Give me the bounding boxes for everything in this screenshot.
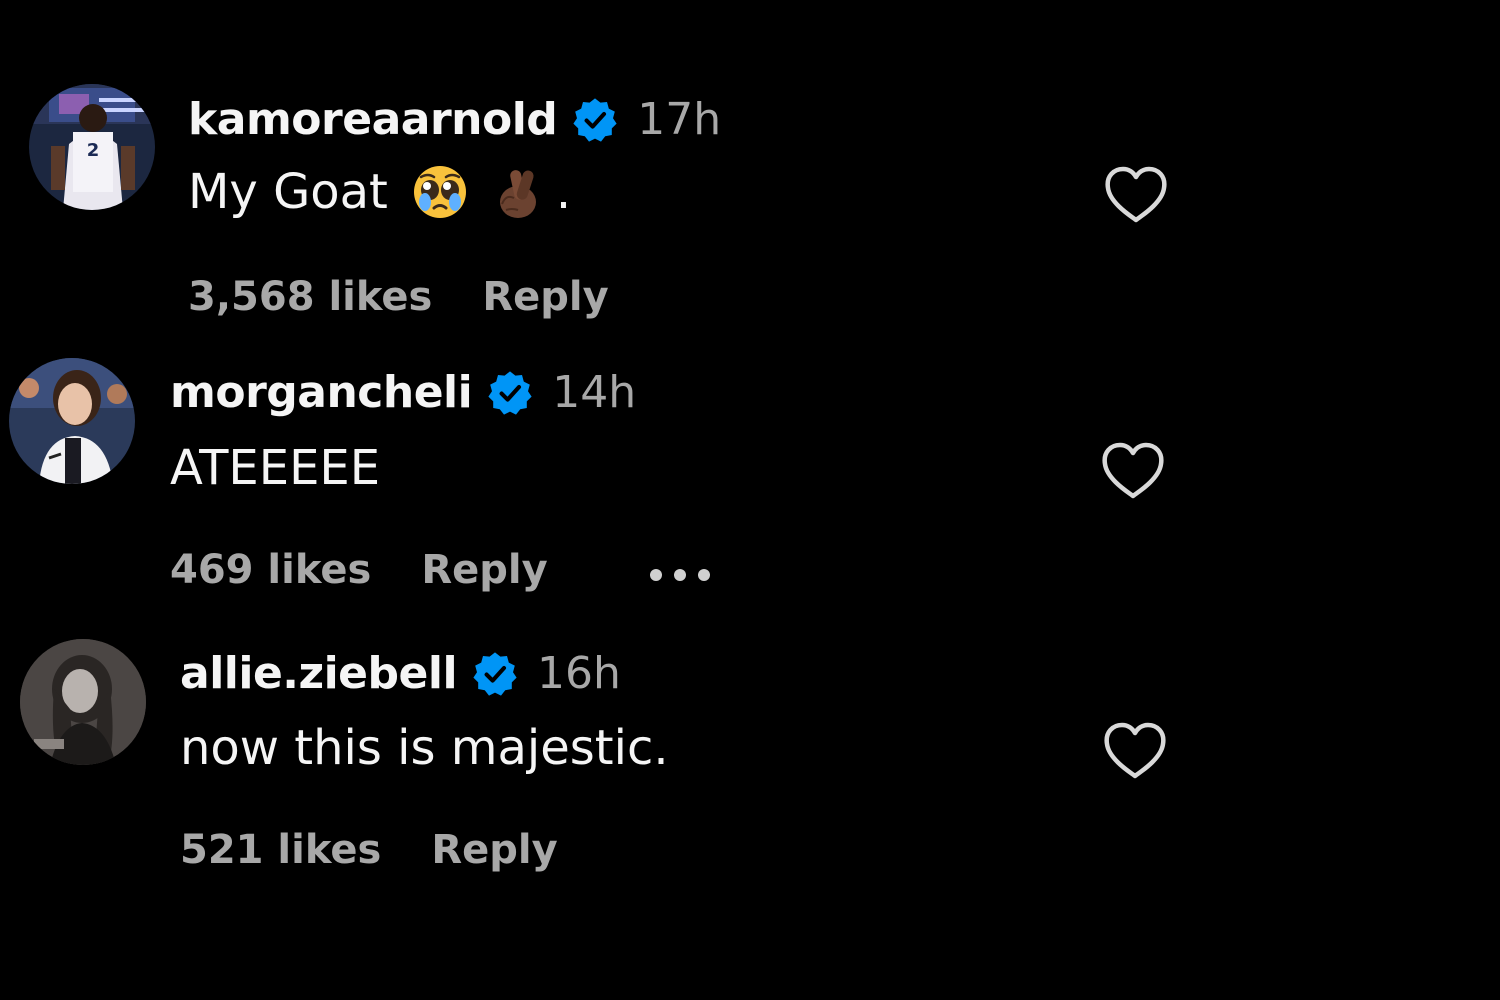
avatar[interactable]	[9, 358, 135, 484]
comment-trailing: .	[555, 164, 572, 220]
more-options-icon[interactable]	[648, 547, 712, 593]
username[interactable]: allie.ziebell	[180, 648, 458, 699]
avatar[interactable]: 2	[29, 84, 155, 210]
comment-text: ATEEEEE	[170, 440, 381, 496]
username[interactable]: kamoreaarnold	[188, 94, 558, 145]
crossed-fingers-icon	[492, 164, 548, 220]
like-heart-icon[interactable]	[1103, 722, 1167, 780]
comment-text: now this is majestic.	[180, 720, 669, 776]
pleading-face-icon	[412, 164, 468, 220]
reply-button[interactable]: Reply	[482, 274, 608, 320]
username[interactable]: morgancheli	[170, 367, 473, 418]
reply-button[interactable]: Reply	[421, 547, 547, 593]
verified-badge-icon	[471, 650, 519, 698]
avatar[interactable]	[20, 639, 146, 765]
timestamp: 14h	[552, 367, 637, 418]
like-heart-icon[interactable]	[1104, 166, 1168, 224]
verified-badge-icon	[486, 369, 534, 417]
likes-count[interactable]: 3,568 likes	[188, 274, 432, 320]
timestamp: 17h	[637, 94, 722, 145]
svg-text:2: 2	[87, 140, 100, 161]
likes-count[interactable]: 469 likes	[170, 547, 371, 593]
timestamp: 16h	[537, 648, 621, 699]
comment-text: My Goat	[188, 164, 388, 220]
reply-button[interactable]: Reply	[431, 827, 557, 873]
verified-badge-icon	[571, 96, 619, 144]
like-heart-icon[interactable]	[1101, 442, 1165, 500]
likes-count[interactable]: 521 likes	[180, 827, 381, 873]
